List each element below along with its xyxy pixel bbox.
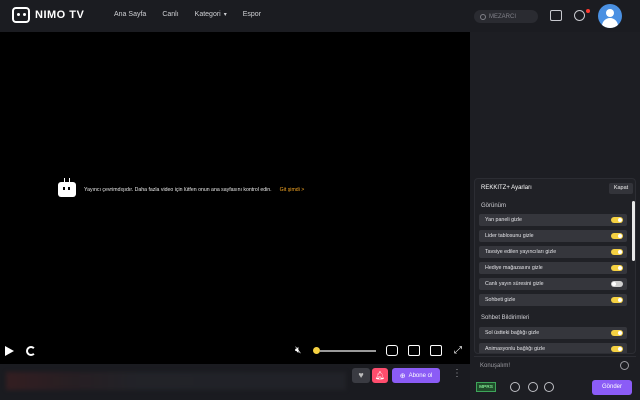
nav-item-category-label: Kategori (194, 11, 221, 18)
toggle-switch[interactable] (611, 217, 623, 223)
notification-icon[interactable] (574, 10, 585, 21)
send-button[interactable]: Gönder (592, 380, 632, 395)
nav-item-esports[interactable]: Espor (243, 11, 261, 18)
emoji-icon[interactable] (620, 361, 629, 370)
sticker-icon[interactable] (544, 382, 554, 392)
top-navbar: NIMO TV Ana Sayfa Canlı Kategori ▾ Espor … (0, 0, 640, 32)
mute-icon[interactable]: 🔇︎ (295, 346, 301, 356)
toggle-switch[interactable] (611, 346, 623, 352)
streamer-info-blurred (6, 372, 346, 390)
panel-scrollbar[interactable] (632, 201, 635, 261)
setting-label: Hediye mağazasını gizle (485, 265, 543, 271)
toggle-switch[interactable] (611, 265, 623, 271)
nav-item-home[interactable]: Ana Sayfa (114, 11, 146, 18)
main-nav: Ana Sayfa Canlı Kategori ▾ Espor (114, 11, 261, 18)
chat-placeholder: Konuşalım! (480, 363, 511, 369)
setting-row[interactable]: Sol üstteki bağlığı gizle (479, 327, 627, 339)
nav-item-category[interactable]: Kategori ▾ (195, 11, 227, 18)
follow-button[interactable]: ⊕ Abone ol (392, 368, 440, 383)
gift-icon[interactable] (528, 382, 538, 392)
setting-label: Animasyonlu bağlığı gizle (485, 346, 546, 352)
nimo-logo[interactable]: NIMO TV (12, 7, 84, 23)
volume-slider-track[interactable] (320, 350, 376, 352)
tv-icon (58, 178, 76, 197)
setting-label: Tavsiye edilen yayıncıları gizle (485, 249, 557, 255)
section-title-chat: Sohbet Bildirimleri (481, 315, 530, 321)
setting-label: Canlı yayın süresini gizle (485, 281, 544, 287)
setting-label: Yan paneli gizle (485, 217, 523, 223)
toggle-switch[interactable] (611, 281, 623, 287)
notify-button[interactable]: 🔔︎ (372, 368, 388, 383)
settings-icon[interactable] (386, 345, 398, 356)
logo-text: NIMO TV (35, 9, 85, 21)
panel-title: REKKITZ+ Ayarları (481, 185, 532, 191)
setting-row[interactable]: Tavsiye edilen yayıncıları gizle (479, 246, 627, 258)
message-icon[interactable] (550, 10, 562, 21)
toggle-switch[interactable] (611, 330, 623, 336)
bell-icon: 🔔︎ (374, 371, 386, 380)
player-controls: 🔇︎ ⤢ (0, 340, 470, 362)
search-input[interactable]: MEZARCI (474, 10, 538, 23)
section-title-view: Görünüm (481, 203, 507, 209)
toggle-switch[interactable] (611, 233, 623, 239)
heart-icon: ♥ (358, 370, 364, 380)
follow-label: Abone ol (408, 372, 433, 379)
volume-slider-knob[interactable] (313, 347, 320, 354)
setting-label: Sol üstteki bağlığı gizle (485, 330, 540, 336)
offline-message: Yayıncı çevrimdışıdır. Daha fazla video … (84, 186, 272, 193)
pip-icon[interactable] (408, 345, 420, 356)
refresh-icon[interactable] (26, 346, 36, 356)
setting-row[interactable]: Yan paneli gizle (479, 214, 627, 226)
chevron-down-icon: ▾ (223, 12, 227, 18)
search-icon (480, 13, 486, 20)
setting-row[interactable]: Animasyonlu bağlığı gizle (479, 343, 627, 353)
badge[interactable]: MPRS (476, 382, 496, 392)
close-button[interactable]: Kapat (609, 183, 633, 194)
toggle-switch[interactable] (611, 249, 623, 255)
logo-icon (12, 7, 30, 23)
offline-notice: Yayıncı çevrimdışıdır. Daha fazla video … (58, 178, 305, 197)
setting-row[interactable]: Canlı yayın süresini gizle (479, 278, 627, 290)
rekkitz-settings-panel: REKKITZ+ Ayarları Kapat Görünüm Yan pane… (474, 178, 636, 354)
chat-toolbar: MPRS Gönder (474, 378, 636, 400)
setting-row[interactable]: Lider tablosunu gizle (479, 230, 627, 242)
toggle-switch[interactable] (611, 297, 623, 303)
setting-row[interactable]: Hediye mağazasını gizle (479, 262, 627, 274)
chat-input[interactable]: Konuşalım! (474, 356, 636, 374)
go-now-link[interactable]: Git şimdi > (280, 187, 305, 193)
like-button[interactable]: ♥ (352, 368, 370, 383)
gear-icon[interactable] (510, 382, 520, 392)
video-player[interactable]: Yayıncı çevrimdışıdır. Daha fazla video … (0, 32, 470, 364)
setting-label: Sohbeti gizle (485, 297, 516, 303)
fullscreen-icon[interactable]: ⤢ (454, 345, 462, 356)
theater-mode-icon[interactable] (430, 345, 442, 356)
setting-row[interactable]: Sohbeti gizle (479, 294, 627, 306)
more-options-icon[interactable]: ⋮ (452, 369, 462, 379)
nav-item-live[interactable]: Canlı (162, 11, 178, 18)
play-icon[interactable] (5, 346, 14, 356)
user-avatar[interactable] (598, 4, 622, 28)
plus-icon: ⊕ (399, 372, 406, 380)
setting-label: Lider tablosunu gizle (485, 233, 534, 239)
notification-dot (586, 9, 590, 13)
search-placeholder: MEZARCI (489, 13, 516, 20)
